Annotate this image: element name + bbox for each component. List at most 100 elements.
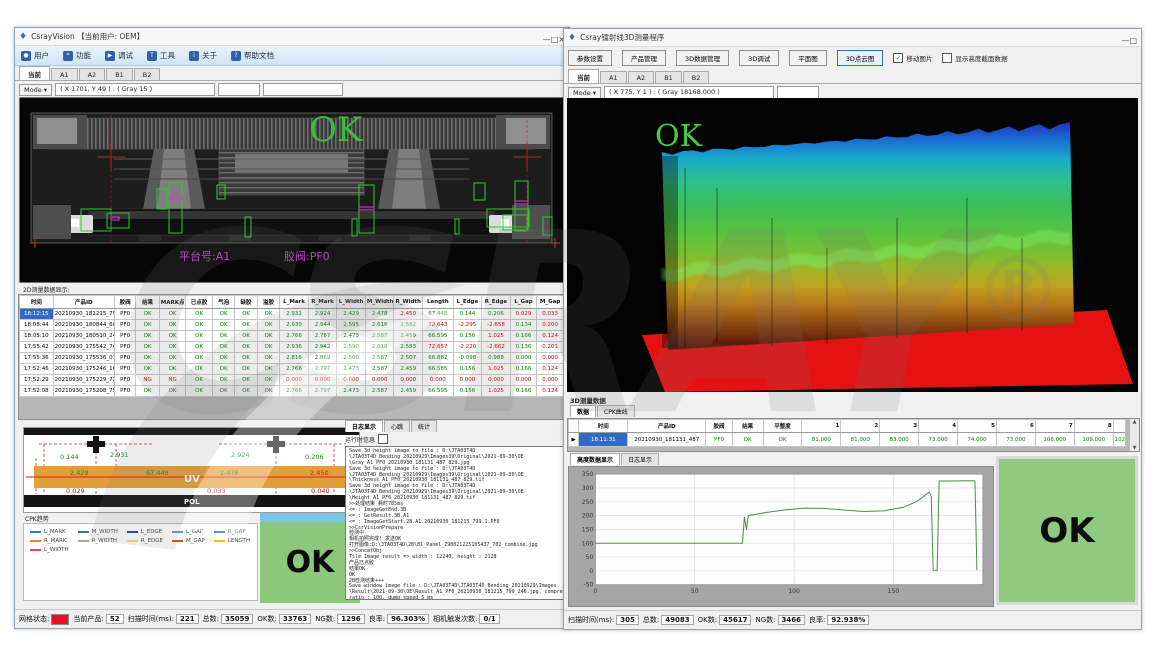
menu-item-tools[interactable]: T工具 [147,50,175,61]
table-cell: 20210930_175229_725 [53,375,114,386]
tab-数据[interactable]: 数据 [570,405,596,417]
tab-A2[interactable]: A2 [628,71,655,83]
menu-item-user[interactable]: ●用户 [21,50,49,61]
tab-B1[interactable]: B1 [655,71,682,83]
user-icon: ● [21,51,31,61]
table-row[interactable]: 17:52:2920210930_175229_725PF0NGNGOKOKOK… [20,375,564,386]
table-cell: 66.882 [423,353,454,364]
table-header-row: 时间产品ID胶阀结果MARK点已点胶气泡缺胶溢胶L_MarkR_MarkL_Wi… [20,296,564,309]
table-cell: OK [186,342,213,353]
column-header: Length [423,296,454,309]
toolbar-button-3[interactable]: 3D数据管理 [676,50,729,66]
measurement-table: 时间产品ID胶阀结果MARK点已点胶气泡缺胶溢胶L_MarkR_MarkL_Wi… [19,295,564,397]
table-cell: OK [212,320,234,331]
status-value: 96.303% [387,614,429,624]
toolbar-button-2[interactable]: 产品管理 [622,50,666,66]
table-row[interactable]: ▶18:11:3120210930_181131_487PF0OKOK81.00… [569,433,1126,447]
legend-swatch [127,540,138,542]
legend-swatch [30,549,41,551]
status-total-count: 总数:49083 [643,615,694,625]
checkbox-移动图片[interactable]: ✓移动图片 [893,53,932,63]
tab-A1[interactable]: A1 [600,71,627,83]
menu-item-label: 帮助文档 [244,50,274,61]
legend-label: L_MARK [44,529,66,535]
left-status-bar: 网格状态:当前产品:52扫描时间(ms):221总数:35059OK数:3376… [15,609,569,628]
column-header: 3 [880,420,919,433]
toolbar-button-1[interactable]: 参数设置 [568,50,612,66]
help-icon: ? [231,51,241,61]
tab-B2[interactable]: B2 [134,68,161,80]
tab-A1[interactable]: A1 [51,68,78,80]
maximize-button[interactable]: □ [1129,36,1137,45]
table-cell: 0.206 [482,309,511,320]
inspection-status-text: OK [655,119,703,154]
table-cell: 0.166 [510,386,537,397]
menu-item-help[interactable]: ?帮助文档 [231,50,274,61]
table-cell: OK [257,353,279,364]
table-row[interactable]: 17:55:3620210930_175536_010PF0OKOKOKOKOK… [20,353,564,364]
table-cell: 109.000 [1074,433,1113,447]
tab-日志显示[interactable]: 日志显示 [621,453,659,465]
table-cell: 1.025 [482,331,511,342]
table-scrollbar[interactable]: ▲▼ [1129,419,1139,451]
status-label: OK数: [257,614,276,624]
svg-text:2.450: 2.450 [310,469,329,477]
toolbar-button-6[interactable]: 3D点云图 [837,50,884,66]
table-row[interactable]: 17:52:0820210930_175208_756PF0OKOKOKOKOK… [20,386,564,397]
tab-B1[interactable]: B1 [106,68,133,80]
tab-高度数据显示[interactable]: 高度数据显示 [570,453,620,465]
tab-B2[interactable]: B2 [683,71,710,83]
xray-image-view[interactable]: OK 平台号:A1 胶阀:PF0 [18,97,565,283]
checkbox-box[interactable]: ✓ [893,53,903,63]
table-cell: -2.220 [453,342,482,353]
table-cell: OK [159,331,186,342]
menu-item-debug[interactable]: ▶调试 [105,50,133,61]
tab-心跳[interactable]: 心跳 [384,420,410,432]
right-status-bar: 扫描时间(ms):305总数:49083OK数:45617NG数:3466良率:… [564,610,1141,629]
table-row[interactable]: 18:12:1520210930_181215_799PF0OKOKOKOKOK… [20,309,564,320]
mode-dropdown[interactable]: Mode ▾ [568,87,601,99]
svg-text:0.029: 0.029 [66,487,85,495]
table-row[interactable]: 17:55:4220210930_175542_747PF0OKOKOKOKOK… [20,342,564,353]
table-cell: OK [159,342,186,353]
table-cell: 2.797 [308,364,337,375]
table-row[interactable]: 18:08:4420210930_180844_602PF0OKOKOKOKOK… [20,320,564,331]
table-row[interactable]: 18:05:1020210930_180510_244PF0OKOKOKOKOK… [20,331,564,342]
table-row[interactable]: 17:52:4620210930_175246_164PF0OKOKOKOKOK… [20,364,564,375]
measurement-table-panel[interactable]: 时间产品ID胶阀结果MARK点已点胶气泡缺胶溢胶L_MarkR_MarkL_Wi… [18,294,567,420]
table-cell: 0.033 [537,309,564,320]
log-view[interactable]: Save 3d height image to file : D:\JTA03T… [345,446,583,600]
tab-当前[interactable]: 当前 [19,66,50,80]
menu-item-about[interactable]: i关于 [189,50,217,61]
tab-日志显示[interactable]: 日志显示 [345,420,383,432]
status-label: 总数: [643,615,659,625]
toolbar-button-5[interactable]: 平面图 [789,50,827,66]
column-header: 缺胶 [235,296,257,309]
toolbar-button-4[interactable]: 3D调试 [739,50,779,66]
table-cell: OK [186,353,213,364]
column-header: 2 [841,420,880,433]
cpk-legend: L_MARKM_WIDTHL_EDGEL_GAPR_GAPR_MARKR_WID… [23,523,258,601]
tab-A2[interactable]: A2 [79,68,106,80]
table-cell: 2.595 [337,320,366,331]
column-header: M_Gap [537,296,564,309]
table-cell: OK [212,353,234,364]
tab-当前[interactable]: 当前 [568,69,599,83]
valve-caption: 胶阀:PF0 [284,249,330,263]
table-header-row: 时间产品ID胶阀结果平整度12345678 [569,420,1126,433]
pointcloud-3d-view[interactable]: OK [567,98,1138,392]
table-cell: 17:55:36 [20,353,54,364]
minimize-button[interactable]: — [543,35,551,44]
table-cell: OK [257,375,279,386]
table-cell: 18:05:10 [20,331,54,342]
runtime-info-checkbox[interactable] [378,434,388,444]
tab-统计[interactable]: 统计 [411,420,437,432]
mode-dropdown[interactable]: Mode ▾ [19,84,52,96]
3d-table-panel[interactable]: 时间产品ID胶阀结果平整度12345678▶18:11:3120210930_1… [567,418,1140,452]
table-cell: -0.098 [453,353,482,364]
legend-label: M_GAP [186,538,205,544]
tab-CPK曲线[interactable]: CPK曲线 [597,405,635,417]
menu-item-function[interactable]: *功能 [63,50,91,61]
checkbox-box[interactable] [942,53,952,63]
checkbox-显示高度截面数据[interactable]: 显示高度截面数据 [942,53,1007,63]
